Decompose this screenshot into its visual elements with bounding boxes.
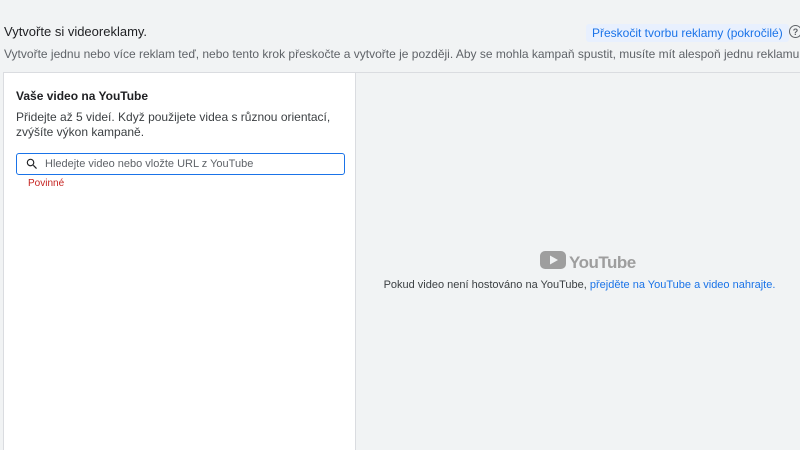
not-hosted-text: Pokud video není hostováno na YouTube, [383,279,590,291]
help-icon[interactable]: ? [789,25,800,38]
search-icon [25,157,39,171]
youtube-logo-icon [540,251,566,274]
video-search-field[interactable] [16,153,345,175]
page-subtitle: Vytvořte jednu nebo více reklam teď, neb… [4,47,800,61]
video-preview-panel: YouTube Pokud video není hostováno na Yo… [356,72,800,450]
page-title: Vytvořte si videoreklamy. [4,24,148,39]
create-video-ads-page: Vytvořte si videoreklamy. Přeskočit tvor… [0,0,800,450]
video-search-input[interactable] [45,158,335,170]
youtube-video-panel: Vaše video na YouTube Přidejte až 5 vide… [3,72,356,450]
not-hosted-message: Pokud video není hostováno na YouTube, p… [356,279,800,291]
skip-ad-creation-link[interactable]: Přeskočit tvorbu reklamy (pokročilé) [586,24,789,42]
upload-to-youtube-link[interactable]: přejděte na YouTube a video nahrajte. [590,279,776,291]
panel-description: Přidejte až 5 videí. Když použijete vide… [16,110,331,139]
required-error-text: Povinné [28,178,65,189]
panel-title: Vaše video na YouTube [16,89,149,103]
youtube-wordmark: YouTube [569,252,636,272]
youtube-logo: YouTube [540,251,636,274]
